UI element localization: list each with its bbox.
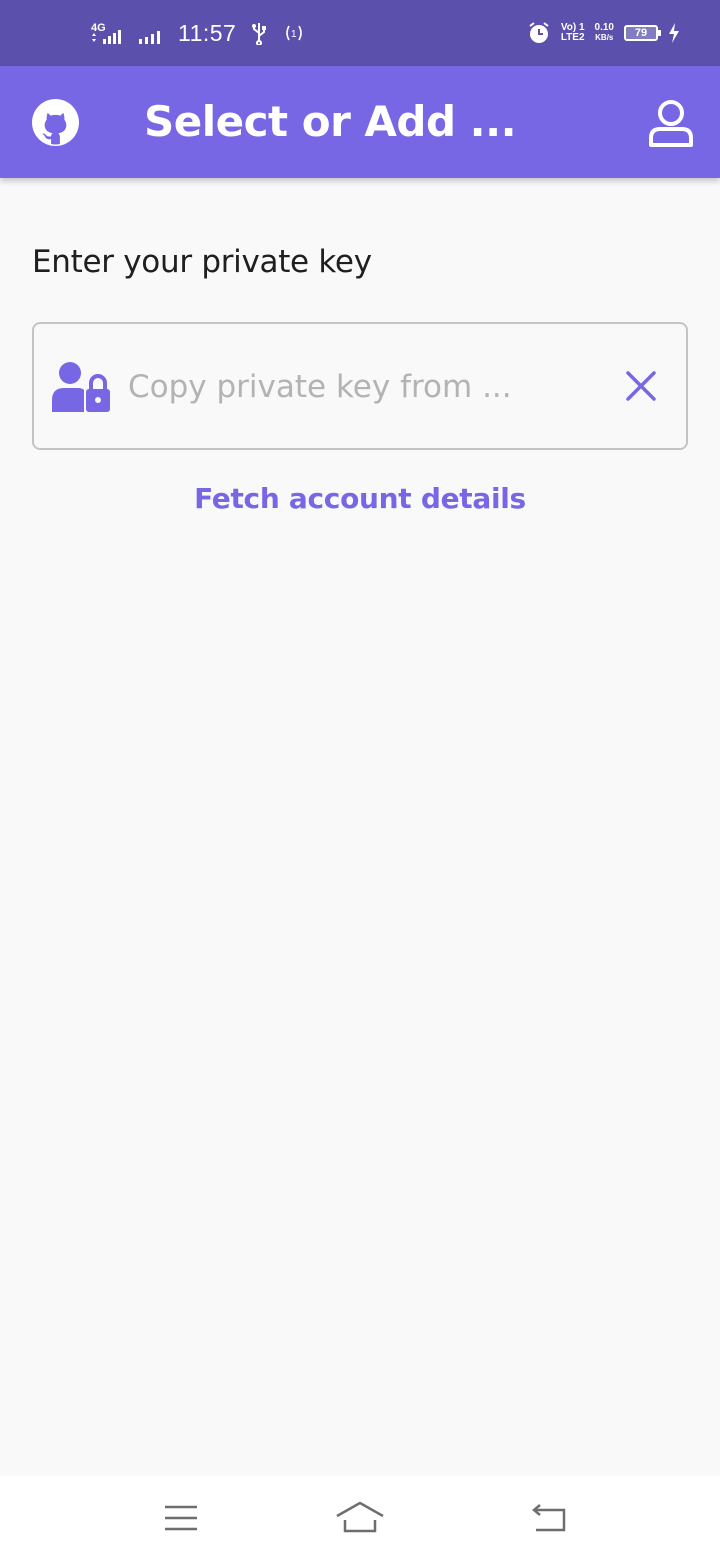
- signal-4g-icon: 4G: [91, 22, 121, 44]
- private-key-field[interactable]: [32, 322, 688, 450]
- network-speed: 0.10 KB/s: [594, 22, 614, 43]
- status-time: 11:57: [178, 19, 237, 46]
- volte-indicator: Vo) 1 LTE2: [560, 22, 585, 43]
- back-icon[interactable]: [530, 1502, 568, 1534]
- svg-text:4G: 4G: [91, 22, 106, 34]
- page-title: Select or Add ...: [144, 97, 517, 146]
- status-bar: 4G 11:57 1 Vo) 1 LTE2 0.10 KB/s 79: [0, 0, 720, 66]
- signal-icon: [139, 31, 160, 44]
- private-key-input[interactable]: [128, 354, 598, 420]
- battery-indicator: 79: [624, 25, 661, 41]
- user-lock-icon: [52, 362, 110, 412]
- usb-icon: [252, 23, 267, 45]
- home-icon[interactable]: [335, 1500, 385, 1534]
- charging-icon: [669, 23, 679, 43]
- menu-icon[interactable]: [163, 1503, 199, 1533]
- alarm-icon: [529, 22, 549, 43]
- fetch-account-details-button[interactable]: Fetch account details: [0, 482, 720, 515]
- close-icon[interactable]: [626, 371, 656, 401]
- user-icon[interactable]: [648, 98, 694, 148]
- svg-text:1: 1: [291, 29, 297, 40]
- system-nav-bar: [0, 1476, 720, 1560]
- github-icon[interactable]: [32, 99, 79, 146]
- key-prompt-label: Enter your private key: [32, 244, 372, 280]
- app-bar: Select or Add ...: [0, 66, 720, 178]
- hotspot-icon: 1: [286, 25, 303, 41]
